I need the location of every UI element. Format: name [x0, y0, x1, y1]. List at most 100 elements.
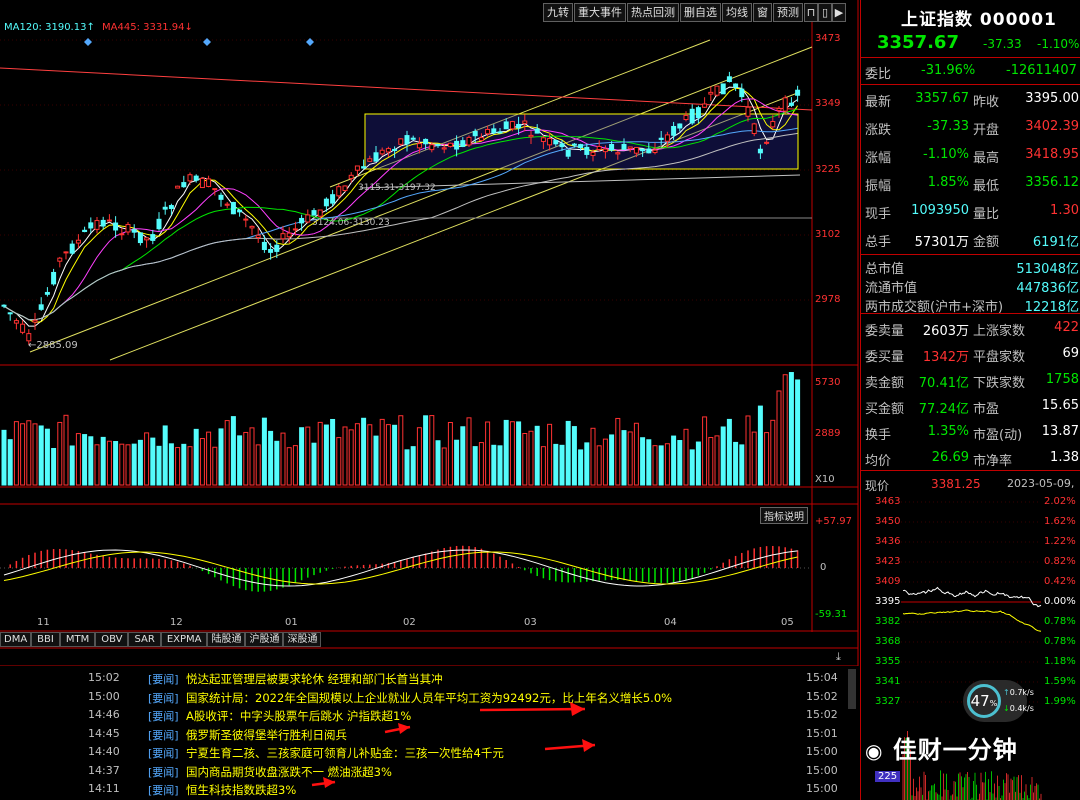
- major-events-button[interactable]: 重大事件: [574, 3, 626, 22]
- kline-chart[interactable]: [0, 0, 860, 666]
- expand-icon[interactable]: ▯: [818, 3, 832, 22]
- ma-button[interactable]: 均线: [722, 3, 752, 22]
- mini-price-tick: 3463: [875, 496, 901, 507]
- quote-label: 涨幅: [865, 151, 892, 166]
- ma445-label: MA445: 3331.94↓: [102, 22, 193, 33]
- quote-label: 总手: [865, 235, 892, 250]
- stats-row: 均价 26.69 市净率 1.38: [861, 445, 1080, 471]
- news-panel: ⤓ 15:02 [要闻] 悦达起亚管理层被要求轮休 经理和部门长首当其冲 15:…: [0, 650, 860, 800]
- price-tick-5: 2978: [815, 294, 841, 305]
- quote-label: 金额: [973, 235, 1000, 250]
- quote-value: 6191亿: [1032, 235, 1079, 250]
- quote-value: 3418.95: [1025, 147, 1079, 162]
- mini-pct-tick: 0.78%: [1044, 636, 1076, 647]
- mini-pct-tick: 1.22%: [1044, 536, 1076, 547]
- wechat-icon: ◉: [865, 739, 884, 763]
- mini-pct-tick: 0.00%: [1044, 596, 1076, 607]
- stats-value: 1758: [1045, 372, 1079, 387]
- range-annotation-2: 3124.06-3130.23: [312, 218, 390, 228]
- current-value: 3381.25: [931, 477, 981, 491]
- mini-price-tick: 3382: [875, 616, 901, 627]
- quote-row: 最新 3357.67 昨收 3395.00: [861, 86, 1080, 112]
- quote-row: 现手 1093950 量比 1.30: [861, 198, 1080, 224]
- mini-pct-tick: 1.59%: [1044, 676, 1076, 687]
- forecast-button[interactable]: 预测: [773, 3, 803, 22]
- quote-row: 总手 57301万 金额 6191亿: [861, 226, 1080, 252]
- tab-obv[interactable]: OBV: [95, 632, 129, 647]
- ma120-label: MA120: 3190.13↑: [4, 22, 95, 33]
- tab-mtm[interactable]: MTM: [59, 632, 96, 647]
- quote-value: 3395.00: [1025, 91, 1079, 106]
- stats-row: 买金额 77.24亿 市盈 15.65: [861, 393, 1080, 419]
- mini-pct-tick: 0.82%: [1044, 556, 1076, 567]
- stats-label: 换手: [865, 428, 892, 443]
- index-title: 上证指数 000001: [901, 10, 1057, 30]
- price-change: -37.33: [983, 37, 1022, 51]
- current-label: 现价: [865, 479, 890, 493]
- month-label: 04: [664, 617, 677, 628]
- month-label: 03: [524, 617, 537, 628]
- quote-value: 3402.39: [1025, 119, 1079, 134]
- stats-label: 委买量: [865, 350, 905, 365]
- price-tick-2: 3349: [815, 98, 841, 109]
- quote-row: 振幅 1.85% 最低 3356.12: [861, 170, 1080, 196]
- price-tick-3: 3225: [815, 164, 841, 175]
- stats-value: 1.38: [1050, 450, 1079, 465]
- month-label: 05: [781, 617, 794, 628]
- stats-value: 13.87: [1041, 424, 1079, 439]
- mini-pct-tick: 0.78%: [1044, 616, 1076, 627]
- tab-dma[interactable]: DMA: [0, 632, 32, 647]
- volume-unit: X10: [815, 474, 835, 485]
- tab-shengutong[interactable]: 深股通: [283, 632, 322, 647]
- mini-price-tick: 3355: [875, 656, 901, 667]
- window-button[interactable]: 窗: [753, 3, 772, 22]
- volume-tick-2: 2889: [815, 428, 841, 439]
- stats-row: 卖金额 70.41亿 下跌家数 1758: [861, 367, 1080, 393]
- low-annotation: ←2885.09: [28, 340, 78, 351]
- stats-label: 平盘家数: [973, 350, 1026, 365]
- quote-label: 最高: [973, 151, 1000, 166]
- quote-label: 现手: [865, 207, 892, 222]
- tab-hugutong[interactable]: 沪股通: [245, 632, 284, 647]
- mini-price-tick: 3341: [875, 676, 901, 687]
- jiuzhuan-button[interactable]: 九转: [543, 3, 573, 22]
- tab-bbi[interactable]: BBI: [31, 632, 60, 647]
- quote-value: 1093950: [911, 203, 969, 218]
- stats-row: 委卖量 2603万 上涨家数 422: [861, 315, 1080, 341]
- stats-label: 买金额: [865, 402, 905, 417]
- play-icon[interactable]: ▶: [832, 3, 846, 22]
- stats-value: 422: [1054, 320, 1079, 335]
- quote-value: 57301万: [914, 235, 969, 250]
- quote-label: 涨跌: [865, 123, 892, 138]
- quote-value: -1.10%: [923, 147, 969, 162]
- wechat-watermark: ◉ 佳财一分钟: [865, 736, 1018, 764]
- tab-sar[interactable]: SAR: [128, 632, 161, 647]
- quote-value: 3357.67: [915, 91, 969, 106]
- download-icon[interactable]: ⤓: [836, 650, 850, 664]
- mini-pct-tick: 0.42%: [1044, 576, 1076, 587]
- indicator-help-button[interactable]: 指标说明: [760, 507, 808, 524]
- stats-label: 均价: [865, 454, 892, 469]
- price-tick-4: 3102: [815, 229, 841, 240]
- tab-lugutong[interactable]: 陆股通: [207, 632, 246, 647]
- stats-label: 下跌家数: [973, 376, 1026, 391]
- stats-value: 77.24亿: [918, 402, 969, 417]
- lock-icon[interactable]: ⊓: [804, 3, 818, 22]
- stats-value: 1342万: [922, 350, 969, 365]
- mini-price-tick: 3423: [875, 556, 901, 567]
- download-speed: ↓0.4k/s: [1003, 704, 1034, 713]
- stats-label: 卖金额: [865, 376, 905, 391]
- upload-speed: ↑0.7k/s: [1003, 688, 1034, 697]
- remove-watchlist-button[interactable]: 删自选: [680, 3, 721, 22]
- tab-expma[interactable]: EXPMA: [160, 632, 208, 647]
- mini-price-tick: 3409: [875, 576, 901, 587]
- stats-label: 市净率: [973, 454, 1013, 469]
- quote-value: 3356.12: [1025, 175, 1079, 190]
- stats-label: 上涨家数: [973, 324, 1026, 339]
- hotspot-backtest-button[interactable]: 热点回测: [627, 3, 679, 22]
- quote-label: 振幅: [865, 179, 892, 194]
- stats-label: 市盈(动): [973, 428, 1023, 443]
- macd-top-label: +57.97: [815, 516, 853, 527]
- stats-label: 市盈: [973, 402, 1000, 417]
- stats-value: 15.65: [1041, 398, 1079, 413]
